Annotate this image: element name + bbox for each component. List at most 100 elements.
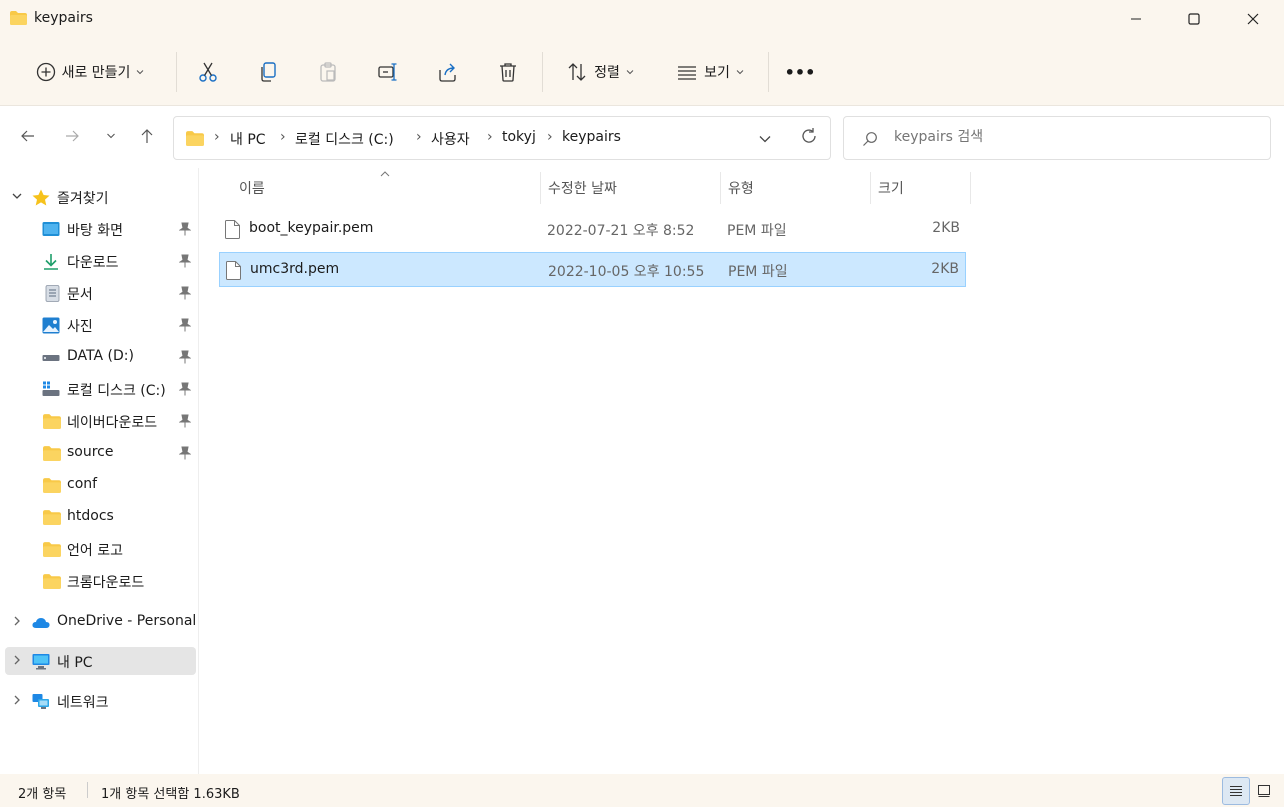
sidebar-item-local-disk[interactable]: 로컬 디스크 (C:) [0,375,199,403]
scissors-icon [199,62,217,82]
sidebar-item-label: 네이버다운로드 [67,415,158,431]
breadcrumb-separator: › [280,129,286,145]
breadcrumb-separator: › [547,129,553,145]
chevron-down-icon [736,70,744,75]
copy-icon [261,62,276,82]
file-icon [225,220,240,239]
sidebar-item-data-drive[interactable]: DATA (D:) [0,343,199,371]
sidebar-item-label: source [67,444,114,460]
column-divider[interactable] [720,172,721,204]
sidebar-item-quick-access[interactable]: 즐겨찾기 [0,183,199,211]
breadcrumb-local-disk[interactable]: 로컬 디스크 (C:) [295,129,394,149]
column-header-name[interactable]: 이름 [239,178,265,198]
breadcrumb-tokyj[interactable]: tokyj [502,129,536,145]
forward-button[interactable] [58,122,86,150]
details-view-button[interactable] [1222,777,1250,805]
new-button[interactable]: 새로 만들기 [18,52,162,92]
file-row[interactable]: boot_keypair.pem 2022-07-21 오후 8:52 PEM … [219,212,966,247]
breadcrumb-separator: › [416,129,422,145]
delete-button[interactable] [490,52,526,92]
sidebar-item-htdocs[interactable]: htdocs [0,503,199,531]
refresh-button[interactable] [795,122,823,150]
close-icon [1247,13,1259,25]
sidebar-item-conf[interactable]: conf [0,471,199,499]
search-box[interactable] [843,116,1271,160]
copy-button[interactable] [250,52,286,92]
search-input[interactable] [892,128,1252,146]
file-name: umc3rd.pem [250,261,340,277]
column-divider[interactable] [870,172,871,204]
column-header-modified[interactable]: 수정한 날짜 [548,178,617,198]
sidebar-item-onedrive[interactable]: OneDrive - Personal [0,608,199,636]
address-bar[interactable]: › 내 PC › 로컬 디스크 (C:) › 사용자 › tokyj › key… [173,116,831,160]
file-name: boot_keypair.pem [249,220,374,236]
recent-locations-button[interactable] [97,122,125,150]
view-label: 보기 [704,65,730,81]
arrow-up-icon [141,129,153,143]
item-count: 2개 항목 [18,787,67,802]
sidebar-item-network[interactable]: 네트워크 [0,687,199,715]
sort-button[interactable]: 정렬 [556,52,644,92]
drive-icon [42,355,60,361]
status-divider [87,782,88,798]
up-button[interactable] [133,122,161,150]
chevron-down-icon[interactable] [10,189,24,203]
file-row-selected[interactable]: umc3rd.pem 2022-10-05 오후 10:55 PEM 파일 2K… [219,252,966,287]
thumbnail-view-icon [1258,785,1270,797]
desktop-icon [42,222,60,236]
sidebar-item-label: 문서 [67,287,93,303]
toolbar-divider [176,52,177,92]
sidebar-item-naver-download[interactable]: 네이버다운로드 [0,407,199,435]
maximize-button[interactable] [1170,0,1218,38]
more-options-button[interactable]: ••• [782,52,818,92]
view-button[interactable]: 보기 [666,52,754,92]
sidebar-item-source[interactable]: source [0,439,199,467]
rename-icon [378,63,397,81]
column-divider[interactable] [970,172,971,204]
column-header-size[interactable]: 크기 [878,178,904,198]
chevron-right-icon[interactable] [10,653,24,667]
close-button[interactable] [1229,0,1277,38]
sidebar-item-label: DATA (D:) [67,348,134,364]
sidebar-item-desktop[interactable]: 바탕 화면 [0,215,199,243]
file-size: 2KB [932,220,960,236]
paste-button[interactable] [310,52,346,92]
sidebar-item-language-logo[interactable]: 언어 로고 [0,535,199,563]
chevron-right-icon[interactable] [10,614,24,628]
sidebar-item-documents[interactable]: 문서 [0,279,199,307]
chevron-right-icon[interactable] [10,693,24,707]
file-modified: 2022-10-05 오후 10:55 [548,264,705,280]
minimize-button[interactable] [1112,0,1160,38]
folder-icon [43,446,61,461]
arrow-right-icon [66,130,79,142]
folder-icon [43,414,61,429]
sidebar-item-label: htdocs [67,508,114,524]
star-icon [32,189,50,206]
sidebar-item-label: 사진 [67,319,93,335]
rename-button[interactable] [370,52,406,92]
sidebar-item-label: 다운로드 [67,255,119,271]
share-button[interactable] [430,52,466,92]
pin-icon [179,318,191,332]
sidebar-item-downloads[interactable]: 다운로드 [0,247,199,275]
thumbnail-view-button[interactable] [1250,777,1278,805]
sidebar-item-chrome-download[interactable]: 크롬다운로드 [0,567,199,595]
sidebar-item-this-pc[interactable]: 내 PC [5,647,196,675]
cut-button[interactable] [190,52,226,92]
plus-circle-icon [36,62,55,82]
breadcrumb-this-pc[interactable]: 내 PC [230,129,266,149]
breadcrumb-users[interactable]: 사용자 [431,129,470,149]
file-type: PEM 파일 [727,223,787,239]
folder-icon [186,131,204,146]
column-divider[interactable] [540,172,541,204]
sidebar-item-label: 바탕 화면 [67,223,123,239]
arrow-left-icon [21,130,34,142]
address-dropdown-icon[interactable] [758,132,772,146]
pin-icon [179,350,191,364]
back-button[interactable] [14,122,42,150]
pin-icon [179,254,191,268]
column-header-type[interactable]: 유형 [728,178,754,198]
sidebar-item-pictures[interactable]: 사진 [0,311,199,339]
sort-icon [568,63,586,81]
breadcrumb-keypairs[interactable]: keypairs [562,129,621,145]
